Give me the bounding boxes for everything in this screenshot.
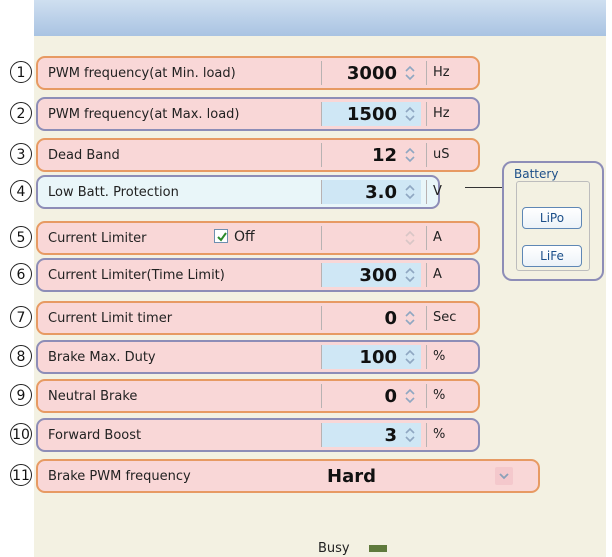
dead-band-unit: uS bbox=[426, 143, 471, 167]
spinner-arrows-icon[interactable] bbox=[403, 184, 417, 200]
row-frame: Current Limit timer 0 Sec bbox=[36, 301, 480, 335]
current-limiter-off-label: Off bbox=[234, 229, 255, 245]
row-frame: Current Limiter Off A bbox=[36, 221, 480, 255]
neutral-brake-unit: % bbox=[426, 384, 471, 408]
low-batt-spinner[interactable]: 3.0 bbox=[321, 180, 421, 204]
low-batt-label: Low Batt. Protection bbox=[48, 185, 179, 200]
pwm-max-value[interactable]: 1500 bbox=[347, 104, 397, 125]
current-limit-timer-unit: Sec bbox=[426, 306, 471, 330]
busy-indicator-led bbox=[369, 545, 387, 552]
row-frame: Dead Band 12 uS bbox=[36, 138, 480, 172]
battery-leader-line bbox=[465, 187, 502, 188]
pwm-min-value[interactable]: 3000 bbox=[347, 63, 397, 84]
row-number: 4 bbox=[10, 180, 32, 202]
current-limiter-off-checkbox[interactable] bbox=[214, 229, 228, 243]
row-number: 10 bbox=[10, 423, 32, 445]
spinner-arrows-icon[interactable] bbox=[403, 106, 417, 122]
current-limiter-time-unit: A bbox=[426, 263, 471, 287]
brake-pwm-frequency-value[interactable]: Hard bbox=[327, 466, 376, 487]
row-frame: Forward Boost 3 % bbox=[36, 418, 480, 452]
spinner-arrows-icon[interactable] bbox=[403, 267, 417, 283]
dead-band-label: Dead Band bbox=[48, 148, 120, 163]
dead-band-value[interactable]: 12 bbox=[372, 145, 397, 166]
pwm-min-label: PWM frequency(at Min. load) bbox=[48, 66, 236, 81]
neutral-brake-label: Neutral Brake bbox=[48, 389, 138, 404]
current-limit-timer-label: Current Limit timer bbox=[48, 311, 173, 326]
brake-max-duty-label: Brake Max. Duty bbox=[48, 350, 156, 365]
spinner-arrows-icon[interactable] bbox=[403, 427, 417, 443]
forward-boost-label: Forward Boost bbox=[48, 428, 142, 443]
spinner-arrows-icon[interactable] bbox=[403, 147, 417, 163]
brake-max-duty-spinner[interactable]: 100 bbox=[321, 345, 421, 369]
lipo-button[interactable]: LiPo bbox=[522, 207, 582, 229]
row-number: 3 bbox=[10, 143, 32, 165]
brake-pwm-frequency-label: Brake PWM frequency bbox=[48, 469, 191, 484]
brake-pwm-frequency-dropdown[interactable]: Hard bbox=[321, 464, 519, 488]
row-frame: Brake Max. Duty 100 % bbox=[36, 340, 480, 374]
spinner-arrows-icon[interactable] bbox=[403, 349, 417, 365]
row-number: 9 bbox=[10, 384, 32, 406]
brake-max-duty-unit: % bbox=[426, 345, 471, 369]
low-batt-value[interactable]: 3.0 bbox=[365, 182, 397, 203]
life-button[interactable]: LiFe bbox=[522, 245, 582, 267]
low-batt-unit: V bbox=[426, 180, 471, 204]
spinner-arrows-icon[interactable] bbox=[403, 310, 417, 326]
current-limiter-time-label: Current Limiter(Time Limit) bbox=[48, 268, 225, 283]
dead-band-spinner[interactable]: 12 bbox=[321, 143, 421, 167]
row-number: 6 bbox=[10, 263, 32, 285]
current-limiter-time-value[interactable]: 300 bbox=[359, 265, 397, 286]
brake-max-duty-value[interactable]: 100 bbox=[359, 347, 397, 368]
row-frame: Brake PWM frequency Hard bbox=[36, 459, 540, 493]
pwm-min-unit: Hz bbox=[426, 61, 471, 85]
current-limiter-time-spinner[interactable]: 300 bbox=[321, 263, 421, 287]
pwm-max-unit: Hz bbox=[426, 102, 471, 126]
forward-boost-spinner[interactable]: 3 bbox=[321, 423, 421, 447]
row-number: 5 bbox=[10, 226, 32, 248]
battery-title: Battery bbox=[514, 167, 559, 181]
row-number: 8 bbox=[10, 345, 32, 367]
current-limiter-spinner[interactable] bbox=[321, 226, 421, 250]
pwm-min-spinner[interactable]: 3000 bbox=[321, 61, 421, 85]
current-limit-timer-value[interactable]: 0 bbox=[384, 308, 397, 329]
pwm-max-label: PWM frequency(at Max. load) bbox=[48, 107, 240, 122]
current-limiter-unit: A bbox=[426, 226, 471, 250]
neutral-brake-spinner[interactable]: 0 bbox=[321, 384, 421, 408]
row-frame: Low Batt. Protection 3.0 V bbox=[36, 175, 442, 209]
forward-boost-unit: % bbox=[426, 423, 471, 447]
row-number: 1 bbox=[10, 61, 32, 83]
forward-boost-value[interactable]: 3 bbox=[384, 425, 397, 446]
row-number: 2 bbox=[10, 102, 32, 124]
pwm-max-spinner[interactable]: 1500 bbox=[321, 102, 421, 126]
current-limiter-label: Current Limiter bbox=[48, 231, 147, 246]
title-bar bbox=[34, 0, 606, 36]
spinner-arrows-icon[interactable] bbox=[403, 65, 417, 81]
chevron-down-icon[interactable] bbox=[495, 467, 513, 485]
row-number: 7 bbox=[10, 306, 32, 328]
row-frame: PWM frequency(at Max. load) 1500 Hz bbox=[36, 97, 480, 131]
row-frame: Current Limiter(Time Limit) 300 A bbox=[36, 258, 480, 292]
current-limit-timer-spinner[interactable]: 0 bbox=[321, 306, 421, 330]
spinner-arrows-icon[interactable] bbox=[403, 388, 417, 404]
row-number: 11 bbox=[10, 464, 32, 486]
busy-label: Busy bbox=[318, 541, 350, 556]
row-frame: Neutral Brake 0 % bbox=[36, 379, 480, 413]
battery-group: Battery LiPo LiFe bbox=[502, 161, 604, 281]
spinner-arrows-icon[interactable] bbox=[403, 230, 417, 246]
row-frame: PWM frequency(at Min. load) 3000 Hz bbox=[36, 56, 480, 90]
neutral-brake-value[interactable]: 0 bbox=[384, 386, 397, 407]
